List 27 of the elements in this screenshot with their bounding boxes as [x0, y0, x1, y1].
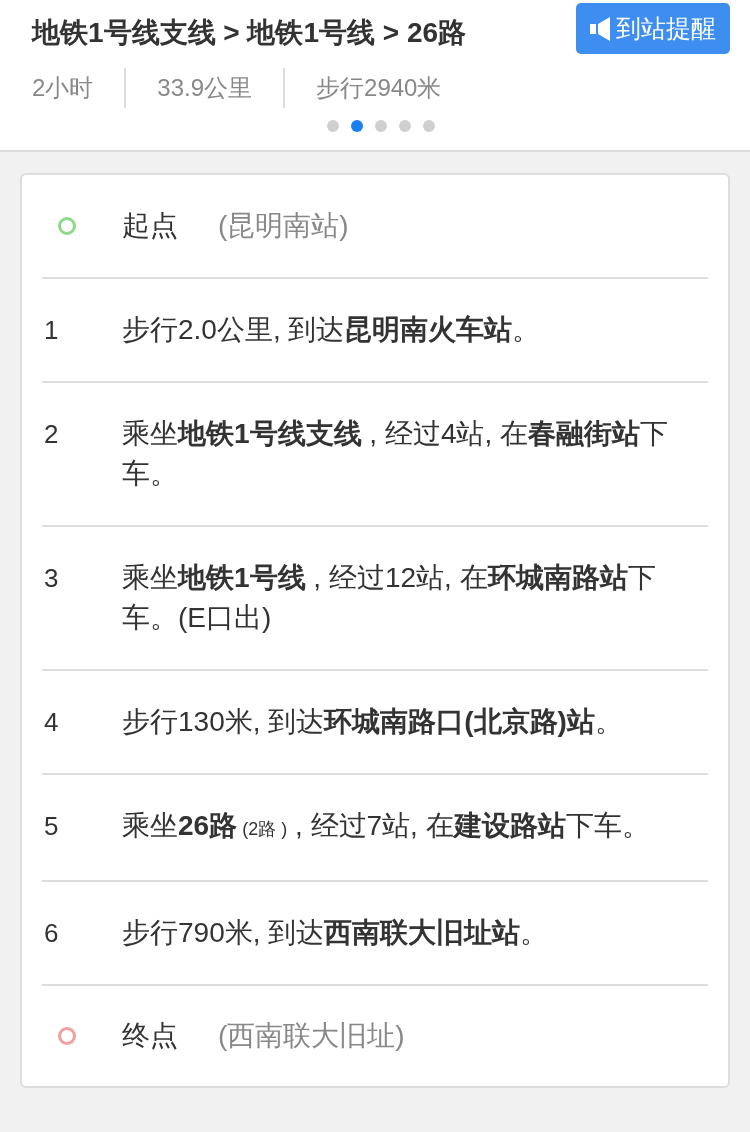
step-number: 6 — [44, 917, 59, 950]
step-text: 乘坐地铁1号线 , 经过12站, 在环城南路站下车。(E口出) — [122, 561, 657, 635]
route-stat: 步行2940米 — [283, 68, 473, 108]
step-text: 步行2.0公里, 到达昆明南火车站。 — [122, 313, 542, 347]
route-title: 地铁1号线支线 > 地铁1号线 > 26路 — [32, 16, 467, 50]
page-dot[interactable] — [399, 120, 411, 132]
step-number: 1 — [44, 314, 59, 347]
step-number: 2 — [44, 418, 59, 451]
page-dot[interactable] — [375, 120, 387, 132]
route-stat: 33.9公里 — [124, 68, 284, 108]
speaker-icon — [590, 15, 612, 42]
page-dot[interactable] — [327, 120, 339, 132]
step-number: 3 — [44, 562, 59, 595]
page-dot[interactable] — [351, 120, 363, 132]
arrival-alert-button[interactable]: 到站提醒 — [576, 3, 730, 54]
step-text: 步行130米, 到达环城南路口(北京路)站。 — [122, 705, 624, 739]
step-text: 乘坐26路 (2路 ) , 经过7站, 在建设路站下车。 — [122, 809, 651, 843]
step-number: 4 — [44, 706, 59, 739]
start-place: (昆明南站) — [218, 209, 349, 243]
route-stat: 2小时 — [32, 73, 95, 103]
step-text: 步行790米, 到达西南联大旧址站。 — [122, 916, 550, 950]
step-number: 5 — [44, 810, 59, 843]
end-place: (西南联大旧址) — [218, 1019, 405, 1053]
end-label: 终点 — [122, 1019, 178, 1053]
step-text: 乘坐地铁1号线支线 , 经过4站, 在春融街站下车。 — [122, 417, 670, 491]
page-dot[interactable] — [423, 120, 435, 132]
start-label: 起点 — [122, 209, 178, 243]
